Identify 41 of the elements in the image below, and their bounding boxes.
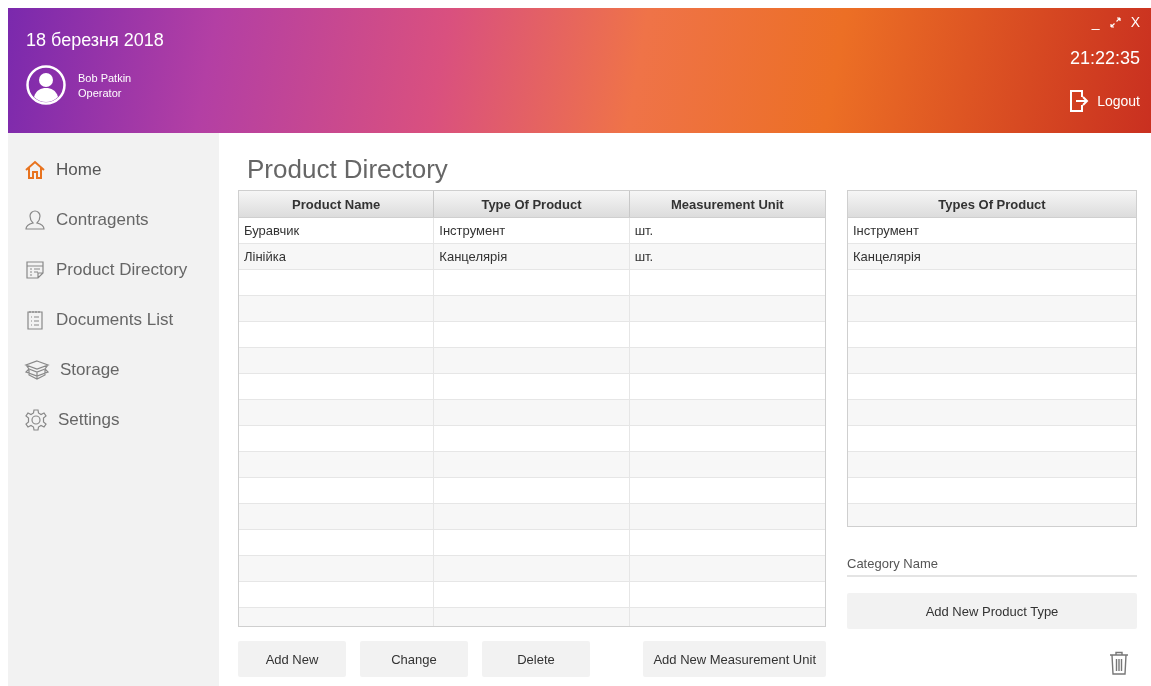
table-cell-text: Інструмент [852,222,920,240]
table-cell-text: шт. [633,248,655,266]
add-product-type-button[interactable]: Add New Product Type [847,593,1137,629]
user-name: Bob Patkin [78,71,132,84]
action-button[interactable]: Add New Measurement Unit [643,641,826,677]
table-cell-text: Канцелярія [852,248,922,266]
column-header[interactable]: Type Of Product [434,191,630,217]
table-cell-text: шт. [633,222,655,240]
nav-item[interactable]: Storage [8,345,219,395]
clock-time: 21:22:35 [1069,48,1140,69]
minimize-button[interactable]: _ [1091,14,1100,30]
list-icon [24,309,46,331]
column-header[interactable]: Product Name [239,191,435,217]
page-title: Product Directory [247,153,449,186]
table-cell: Інструмент [434,218,630,243]
column-header[interactable]: Measurement Unit [629,191,825,217]
person-icon [24,209,46,231]
date-label: 18 березня 2018 [26,30,164,51]
nav-item[interactable]: Contragents [8,195,219,245]
action-button[interactable]: Change [360,641,468,677]
logout-icon [1069,89,1090,113]
document-icon [24,259,46,281]
box-icon [24,359,50,381]
action-button[interactable]: Delete [482,641,590,677]
trash-icon[interactable] [1109,651,1129,675]
logout-button[interactable]: Logout [1069,89,1140,113]
nav-item[interactable]: Product Directory [8,245,219,295]
nav-item[interactable]: Settings [8,395,219,445]
maximize-icon[interactable] [1109,16,1121,28]
home-icon [24,159,46,181]
table-cell: Канцелярія [434,244,630,269]
settings-icon [24,408,48,432]
column-header[interactable]: Types Of Product [848,191,1136,217]
table-cell: Лінійка [239,244,435,269]
user-role: Operator [78,86,123,99]
close-button[interactable]: X [1130,14,1140,30]
action-button[interactable]: Add New [238,641,346,677]
nav-item[interactable]: Home [8,145,219,195]
nav-item[interactable]: Documents List [8,295,219,345]
avatar-icon [26,65,66,105]
table-cell: Буравчик [239,218,435,243]
